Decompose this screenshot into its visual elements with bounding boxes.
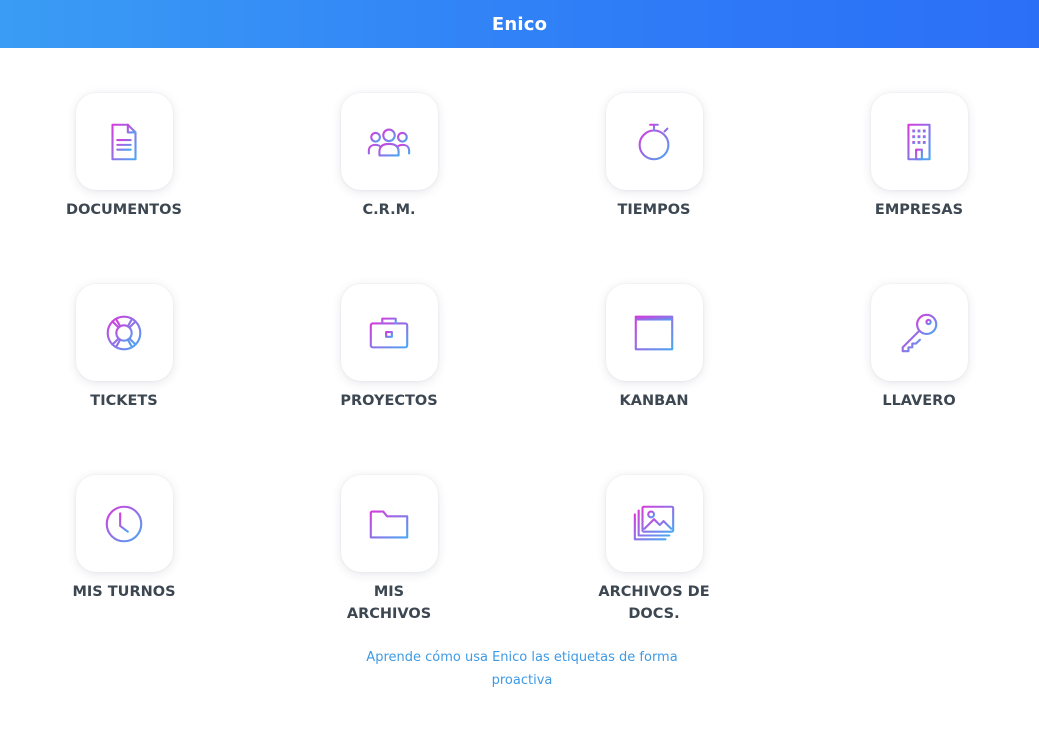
app-tile-label: C.R.M. bbox=[362, 202, 416, 218]
app-tile-documentos[interactable]: DOCUMENTOS bbox=[44, 93, 204, 221]
users-icon bbox=[367, 127, 411, 156]
app-tile-label: LLAVERO bbox=[882, 393, 956, 409]
app-tile-card[interactable] bbox=[340, 284, 438, 381]
app-tile-proyectos[interactable]: PROYECTOS bbox=[309, 284, 469, 412]
app-tile-label: TICKETS bbox=[90, 393, 158, 409]
images-icon bbox=[633, 505, 675, 540]
building-icon bbox=[902, 123, 936, 160]
app-tile-crm[interactable]: C.R.M. bbox=[309, 93, 469, 221]
stopwatch-icon bbox=[638, 123, 670, 160]
clock-icon bbox=[105, 505, 143, 542]
lifebuoy-icon bbox=[106, 315, 142, 350]
app-title: Enico bbox=[491, 13, 548, 35]
app-tile-card[interactable] bbox=[340, 93, 438, 190]
app-tile-label: DOCUMENTOS bbox=[66, 202, 182, 218]
app-tile-label: EMPRESAS bbox=[874, 202, 964, 218]
help-link[interactable]: Aprende cómo usa Enico las etiquetas de … bbox=[360, 646, 684, 692]
briefcase-icon bbox=[369, 317, 409, 348]
app-tile-archivos-de-docs[interactable]: ARCHIVOS DE DOCS. bbox=[574, 475, 734, 625]
app-tile-label: MIS TURNOS bbox=[72, 584, 176, 600]
folder-icon bbox=[369, 509, 409, 538]
app-tile-label: TIEMPOS bbox=[617, 202, 691, 218]
app-tile-tiempos[interactable]: TIEMPOS bbox=[574, 93, 734, 221]
app-tile-llavero[interactable]: LLAVERO bbox=[839, 284, 999, 412]
app-tile-card[interactable] bbox=[870, 93, 968, 190]
kanban-board-icon bbox=[634, 315, 674, 350]
app-tile-kanban[interactable]: KANBAN bbox=[574, 284, 734, 412]
app-tile-mis-archivos[interactable]: MIS ARCHIVOS bbox=[309, 475, 469, 625]
document-icon bbox=[111, 123, 137, 160]
app-tile-label: PROYECTOS bbox=[340, 393, 438, 409]
app-tile-card[interactable] bbox=[605, 284, 703, 381]
app-tile-label: ARCHIVOS DE DOCS. bbox=[598, 584, 710, 622]
app-tile-label: KANBAN bbox=[619, 393, 689, 409]
app-tile-card[interactable] bbox=[340, 475, 438, 572]
app-tile-card[interactable] bbox=[870, 284, 968, 381]
app-tile-tickets[interactable]: TICKETS bbox=[44, 284, 204, 412]
top-bar: Enico bbox=[0, 0, 1039, 48]
app-tile-card[interactable] bbox=[75, 475, 173, 572]
app-tile-card[interactable] bbox=[75, 93, 173, 190]
app-tile-label: MIS ARCHIVOS bbox=[346, 584, 432, 622]
app-tile-card[interactable] bbox=[605, 93, 703, 190]
app-tile-card[interactable] bbox=[605, 475, 703, 572]
key-icon bbox=[901, 313, 938, 352]
app-tile-empresas[interactable]: EMPRESAS bbox=[839, 93, 999, 221]
app-tile-mis-turnos[interactable]: MIS TURNOS bbox=[44, 475, 204, 603]
app-tile-card[interactable] bbox=[75, 284, 173, 381]
